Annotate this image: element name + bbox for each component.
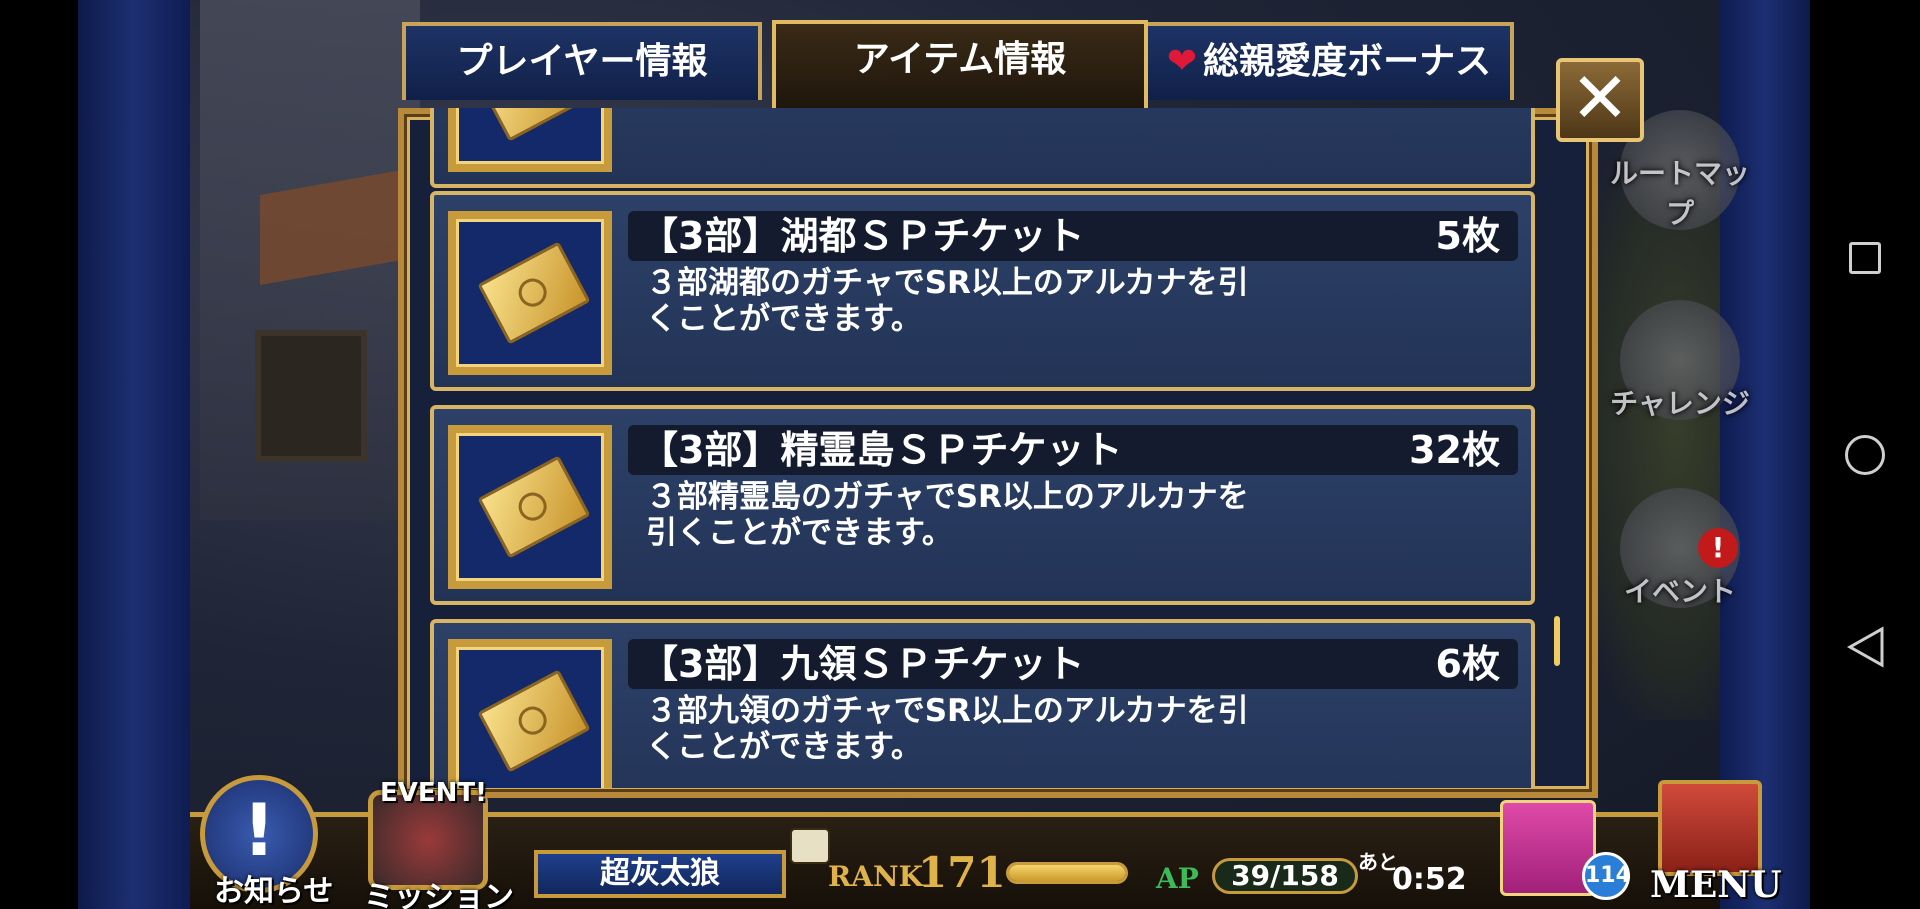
item-count: 5枚 (1435, 214, 1500, 258)
menu-label: MENU (1650, 864, 1782, 906)
item-name-bar: 【3部】湖都ＳＰチケット 5枚 (628, 211, 1518, 261)
item-description: ３部九領のガチャでSR以上のアルカナを引 くことができます。 (646, 693, 1256, 765)
item-icon-frame (448, 108, 612, 172)
tab-item-info-label: アイテム情報 (853, 39, 1067, 80)
challenge-button[interactable]: チャレンジ (1600, 300, 1760, 440)
item-count: 6枚 (1435, 642, 1500, 686)
mission-label: ミッション (364, 880, 514, 909)
tab-player-info-label: プレイヤー情報 (456, 41, 708, 82)
item-description-line: くことができます。 (646, 301, 922, 337)
ticket-icon (477, 455, 591, 559)
item-name-bar: 【3部】九領ＳＰチケット 6枚 (628, 639, 1518, 689)
ap-recovery-time: 0:52 (1392, 862, 1467, 897)
sun-emblem (513, 487, 552, 526)
player-name-plate[interactable]: 超灰太狼 (534, 850, 786, 898)
item-list[interactable]: 【3部】湖都ＳＰチケット 5枚 ３部湖都のガチャでSR以上のアルカナを引 くこと… (430, 108, 1535, 788)
item-name-bar: 【3部】精霊島ＳＰチケット 32枚 (628, 425, 1518, 475)
list-item[interactable]: 【3部】精霊島ＳＰチケット 32枚 ３部精霊島のガチャでSR以上のアルカナを 引… (430, 405, 1535, 605)
close-icon: ✕ (1570, 57, 1630, 139)
list-item-partial (430, 108, 1535, 188)
news-icon: ! (242, 788, 276, 872)
gift-count-badge: 114 (1582, 852, 1631, 900)
decorative-border-left (78, 0, 190, 909)
event-label: イベント (1623, 575, 1736, 608)
chat-icon[interactable] (790, 828, 830, 864)
item-description-line: ３部湖都のガチャでSR以上のアルカナを引 (646, 265, 1249, 301)
challenge-label: チャレンジ (1610, 387, 1750, 420)
news-label: お知らせ (214, 874, 334, 909)
sun-emblem (513, 108, 552, 109)
rank-progress-bar (1006, 862, 1128, 884)
gift-icon[interactable] (1500, 800, 1596, 896)
scrollbar-thumb[interactable] (1554, 616, 1560, 666)
item-description-line: ３部精霊島のガチャでSR以上のアルカナを (646, 479, 1249, 515)
item-description: ３部湖都のガチャでSR以上のアルカナを引 くことができます。 (646, 265, 1256, 337)
list-item[interactable]: 【3部】九領ＳＰチケット 6枚 ３部九領のガチャでSR以上のアルカナを引 くこと… (430, 619, 1535, 788)
close-button[interactable]: ✕ (1556, 58, 1644, 142)
tab-player-info[interactable]: プレイヤー情報 (402, 22, 762, 100)
back-nav-icon[interactable] (1846, 626, 1886, 668)
item-description-line: くことができます。 (646, 729, 922, 765)
tab-item-info[interactable]: アイテム情報 (772, 20, 1148, 110)
ticket-icon (477, 108, 591, 142)
event-tag: EVENT! (380, 778, 487, 808)
route-map-label: ルートマップ (1609, 157, 1750, 230)
rank-value: 171 (918, 848, 1006, 897)
item-description: ３部精霊島のガチャでSR以上のアルカナを 引くことができます。 (646, 479, 1256, 551)
item-description-line: 引くことができます。 (646, 515, 953, 551)
sun-emblem (513, 273, 552, 312)
tab-affection-bonus[interactable]: ❤ 総親愛度ボーナス (1144, 22, 1514, 100)
sun-emblem (513, 701, 552, 740)
item-icon-frame (448, 211, 612, 375)
letterbox-left (0, 0, 78, 909)
list-item[interactable]: 【3部】湖都ＳＰチケット 5枚 ３部湖都のガチャでSR以上のアルカナを引 くこと… (430, 191, 1535, 391)
alert-badge: ! (1698, 528, 1738, 568)
item-name: 【3部】九領ＳＰチケット (640, 642, 1085, 686)
item-icon-frame (448, 425, 612, 589)
item-count: 32枚 (1409, 428, 1500, 472)
player-name: 超灰太狼 (600, 856, 720, 891)
game-screen: ルートマップ チャレンジ ! イベント プレイヤー情報 ❤ 総親愛度ボーナス アイ… (0, 0, 1920, 909)
tab-affection-bonus-label: 総親愛度ボーナス (1203, 41, 1492, 82)
item-name: 【3部】精霊島ＳＰチケット (640, 428, 1123, 472)
item-description-line: ３部九領のガチャでSR以上のアルカナを引 (646, 693, 1249, 729)
ap-value: 39/158 (1231, 859, 1339, 892)
rank-label: RANK (828, 860, 923, 893)
event-button[interactable]: ! イベント (1600, 488, 1760, 628)
ticket-icon (477, 241, 591, 345)
heart-icon: ❤ (1166, 41, 1198, 82)
signboard-background (255, 330, 367, 462)
item-name: 【3部】湖都ＳＰチケット (640, 214, 1085, 258)
rank-progress-fill (1009, 865, 1125, 881)
circle-nav-icon[interactable] (1845, 435, 1885, 475)
ap-label: AP (1156, 862, 1199, 895)
item-icon-frame (448, 639, 612, 788)
ticket-icon (477, 669, 591, 773)
square-nav-icon[interactable] (1849, 242, 1881, 274)
ap-value-box: 39/158 (1212, 858, 1358, 894)
menu-book-icon[interactable] (1658, 780, 1762, 876)
